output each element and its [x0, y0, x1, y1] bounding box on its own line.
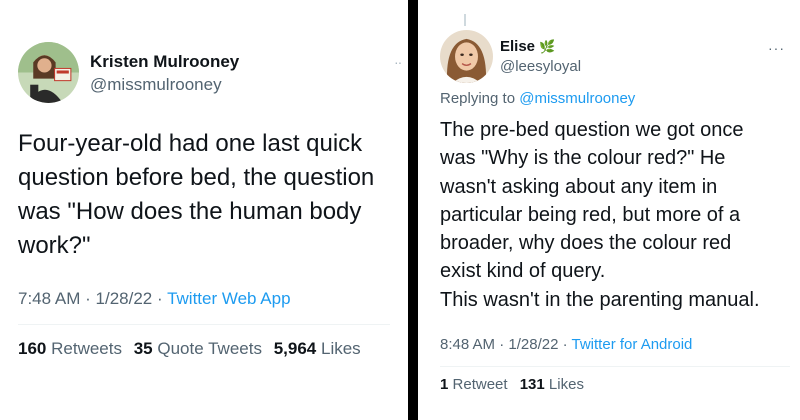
- tweet-date[interactable]: 1/28/22: [508, 336, 558, 353]
- likes-label: Likes: [548, 376, 584, 393]
- stats-divider: [18, 324, 390, 325]
- more-options-icon[interactable]: ··: [394, 54, 402, 70]
- tweet-text: The pre-bed question we got once was "Wh…: [440, 116, 796, 314]
- more-options-icon[interactable]: ···: [768, 40, 785, 56]
- retweets-label: Retweets: [51, 339, 122, 358]
- retweets-label: Retweet: [452, 376, 508, 393]
- likes-count: 131: [519, 376, 545, 393]
- tweet-meta: 7:48 AM · 1/28/22 · Twitter Web App: [18, 289, 291, 309]
- author-handle[interactable]: @missmulrooney: [90, 75, 222, 95]
- meta-separator: ·: [85, 289, 91, 308]
- author-avatar[interactable]: [440, 30, 493, 83]
- tweet-card-kristen: Kristen Mulrooney @missmulrooney ·· Four…: [0, 0, 408, 420]
- image-divider: [408, 0, 418, 420]
- tweet-source-link[interactable]: Twitter for Android: [572, 336, 693, 353]
- tweet-date[interactable]: 1/28/22: [96, 289, 153, 308]
- tweet-text: Four-year-old had one last quick questio…: [18, 127, 398, 263]
- likes-stat[interactable]: 5,964 Likes: [274, 339, 361, 359]
- likes-stat[interactable]: 131 Likes: [520, 376, 584, 393]
- retweets-stat[interactable]: 160 Retweets: [18, 339, 122, 359]
- author-name[interactable]: Kristen Mulrooney: [90, 52, 239, 72]
- quote-tweets-stat[interactable]: 35 Quote Tweets: [134, 339, 262, 359]
- replying-to: Replying to @missmulrooney: [440, 90, 635, 107]
- retweets-count: 160: [18, 339, 47, 358]
- tweet-text-line: Four-year-old had one last quick: [18, 130, 363, 157]
- tweet-stats: 1 Retweet 131 Likes: [440, 376, 592, 393]
- tweet-text-line: broader, why does the colour red: [440, 232, 732, 255]
- tweet-text-line: was "Why is the colour red?" He: [440, 147, 726, 170]
- meta-separator: ·: [156, 289, 163, 308]
- author-name[interactable]: Elise 🌿: [500, 38, 555, 55]
- avatar-photo-icon: [440, 30, 493, 83]
- avatar-photo-icon: [18, 42, 79, 103]
- tweet-card-elise: Elise 🌿 @leesyloyal ··· Replying to @miss…: [418, 0, 800, 420]
- meta-separator: ·: [562, 336, 568, 353]
- tweet-text-line: exist kind of query.: [440, 260, 606, 283]
- tweet-time[interactable]: 8:48 AM: [440, 336, 495, 353]
- quote-tweets-count: 35: [133, 339, 153, 358]
- tweet-text-line: work?": [18, 232, 91, 259]
- tweet-source-link[interactable]: Twitter Web App: [167, 289, 290, 308]
- tweet-text-line: question before bed, the question: [18, 164, 375, 191]
- replying-to-handle-link[interactable]: @missmulrooney: [519, 90, 635, 107]
- stats-divider: [440, 366, 790, 367]
- tweet-stats: 160 Retweets 35 Quote Tweets 5,964 Likes: [18, 339, 368, 359]
- tweet-text-line: The pre-bed question we got once: [440, 119, 744, 141]
- author-avatar[interactable]: [18, 42, 79, 103]
- retweets-stat[interactable]: 1 Retweet: [440, 376, 508, 393]
- retweets-count: 1: [440, 376, 449, 393]
- replying-to-label: Replying to: [440, 90, 516, 107]
- tweet-time[interactable]: 7:48 AM: [18, 289, 80, 308]
- likes-count: 5,964: [273, 339, 317, 358]
- author-handle[interactable]: @leesyloyal: [500, 58, 581, 75]
- quote-tweets-label: Quote Tweets: [157, 339, 262, 358]
- author-name-text: Elise: [500, 38, 536, 55]
- likes-label: Likes: [320, 339, 361, 358]
- leaf-icon: 🌿: [539, 39, 556, 54]
- tweet-text-line: particular being red, but more of a: [440, 203, 741, 226]
- tweet-text-line: was "How does the human body: [18, 198, 362, 225]
- tweet-text-line: wasn't asking about any item in: [440, 175, 718, 198]
- tweet-meta: 8:48 AM · 1/28/22 · Twitter for Android: [440, 336, 692, 353]
- meta-separator: ·: [499, 336, 505, 353]
- thread-connector-line: [464, 14, 466, 26]
- tweet-text-line: This wasn't in the parenting manual.: [440, 288, 760, 311]
